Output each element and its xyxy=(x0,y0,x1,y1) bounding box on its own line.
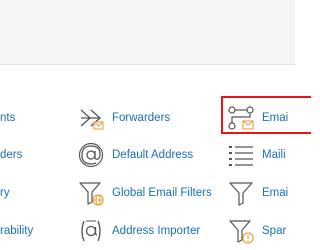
email-item-deliverability[interactable]: rability xyxy=(0,218,70,244)
page-header-band xyxy=(0,0,295,64)
email-item-accounts[interactable]: nts xyxy=(0,105,70,131)
at-sign-import-icon xyxy=(78,218,104,244)
email-item-label: Address Importer xyxy=(112,225,201,237)
email-item-label: nts xyxy=(0,112,16,124)
section-divider xyxy=(0,64,295,65)
email-item-label: Global Email Filters xyxy=(112,187,212,199)
email-item-label: rability xyxy=(0,225,34,237)
email-item-default-address[interactable]: Default Address xyxy=(78,142,218,168)
email-item-label: Spar xyxy=(262,225,287,237)
at-sign-icon xyxy=(78,142,104,168)
email-item-label: Forwarders xyxy=(112,112,171,124)
forward-arrow-icon xyxy=(78,105,104,131)
email-item-address-importer[interactable]: Address Importer xyxy=(78,218,218,244)
email-item-mailing-lists[interactable]: Maili xyxy=(228,142,295,168)
email-item-forwarders[interactable]: Forwarders xyxy=(78,105,218,131)
email-item-global-email-filters[interactable]: Global Email Filters xyxy=(78,180,218,206)
email-item-label: Default Address xyxy=(112,149,194,161)
email-item-label: ders xyxy=(0,149,23,161)
email-item-email-filters[interactable]: Emai xyxy=(228,180,295,206)
highlight-box xyxy=(221,96,311,134)
email-item-label: Emai xyxy=(262,187,289,199)
funnel-warning-icon xyxy=(228,218,254,244)
funnel-icon xyxy=(228,180,254,206)
email-item-label: Maili xyxy=(262,149,286,161)
email-item-forwarders-partial[interactable]: ders xyxy=(0,142,70,168)
email-item-directory[interactable]: ry xyxy=(0,180,70,206)
email-item-label: ry xyxy=(0,187,10,199)
email-item-spam-filters[interactable]: Spar xyxy=(228,218,295,244)
funnel-globe-icon xyxy=(78,180,104,206)
mailing-list-icon xyxy=(228,142,254,168)
